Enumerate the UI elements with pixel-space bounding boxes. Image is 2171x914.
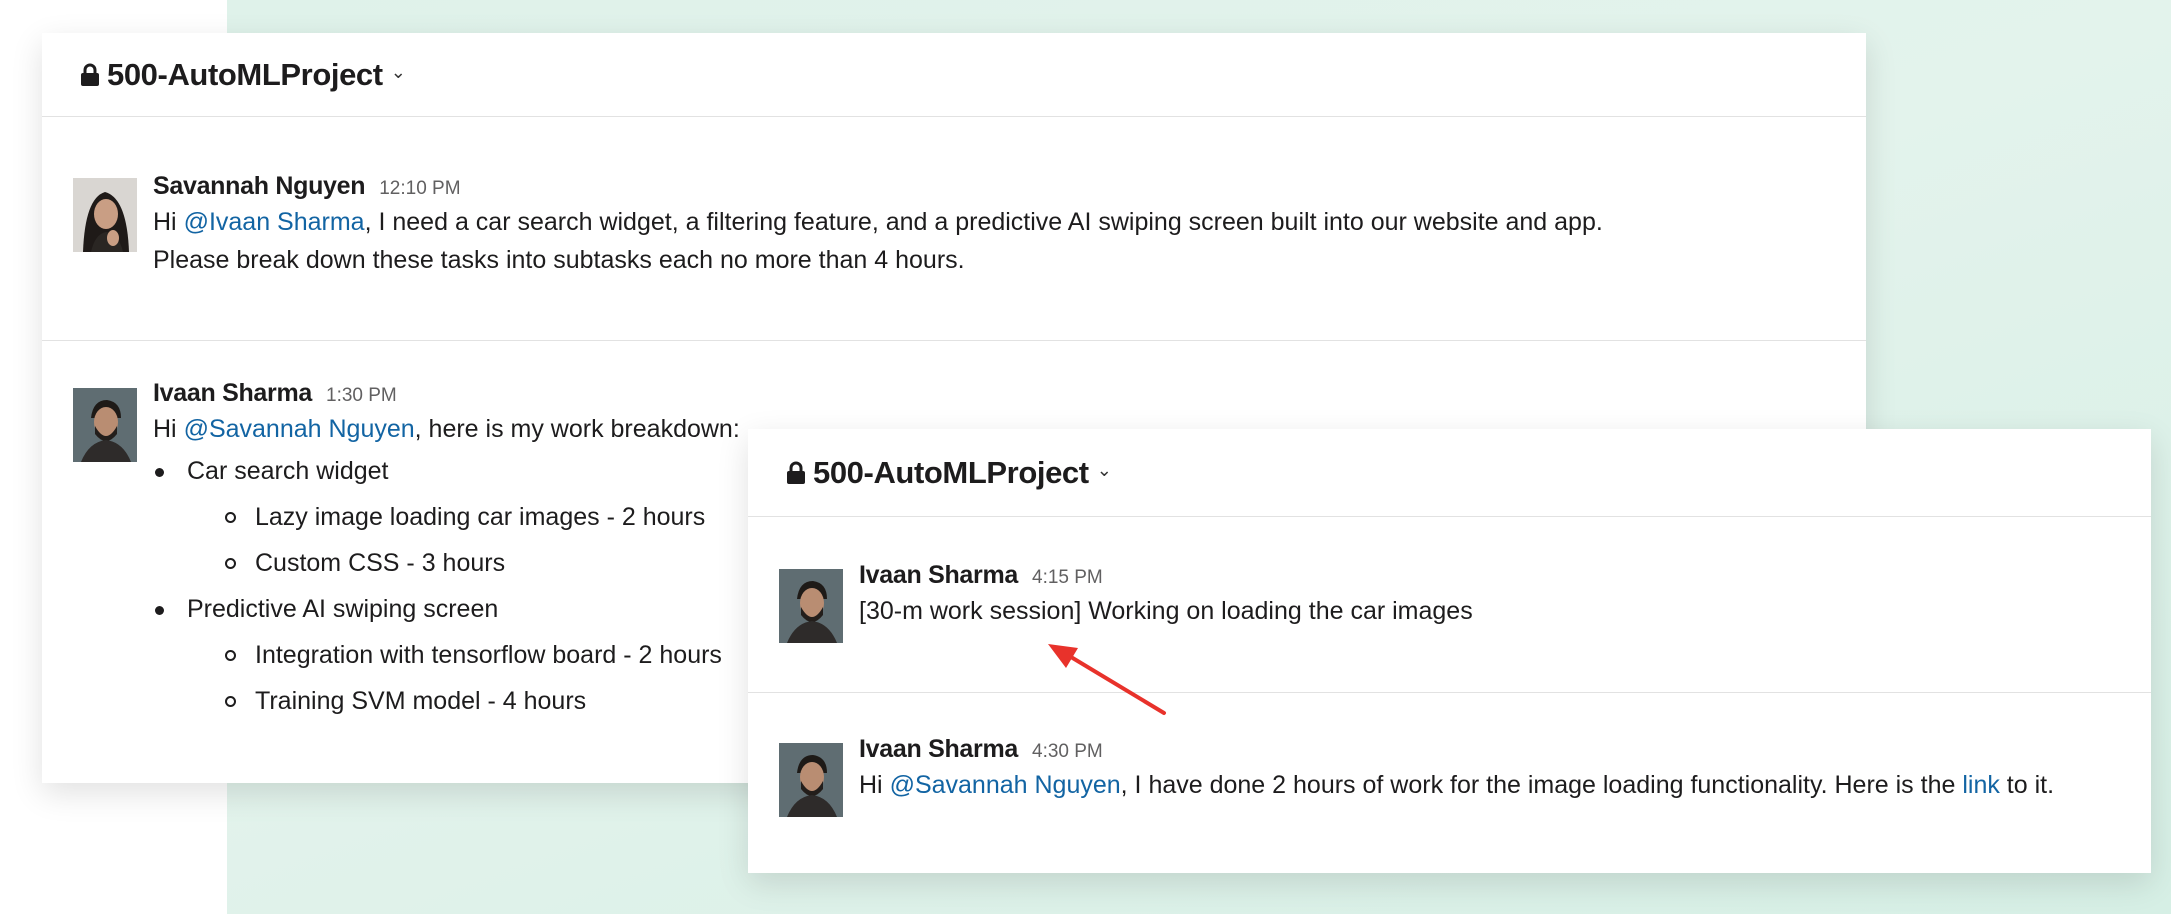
message: Ivaan Sharma 4:30 PM Hi @Savannah Nguyen… — [748, 693, 2151, 873]
message-text: Hi @Savannah Nguyen, I have done 2 hours… — [859, 766, 2054, 804]
message-text-part: , I need a car search widget, a filterin… — [364, 208, 1603, 236]
channel-title: 500-AutoMLProject — [813, 454, 1089, 490]
message-timestamp[interactable]: 12:10 PM — [379, 178, 460, 200]
message-author[interactable]: Ivaan Sharma — [859, 561, 1018, 590]
task-label: Predictive AI swiping screen — [187, 595, 499, 623]
message-text: [30-m work session] Working on loading t… — [859, 597, 1473, 625]
annotation-arrow-icon — [1048, 644, 1166, 715]
message-text: Please break down these tasks into subta… — [153, 246, 965, 274]
channel-header[interactable]: 500-AutoMLProject ⌄ — [748, 429, 2151, 517]
chevron-down-icon[interactable]: ⌄ — [391, 62, 406, 83]
subtask-item: Training SVM model - 4 hours — [221, 678, 740, 724]
breakdown-task: Car search widget Lazy image loading car… — [153, 448, 740, 586]
message-timestamp[interactable]: 1:30 PM — [326, 385, 397, 407]
channel-header[interactable]: 500-AutoMLProject ⌄ — [42, 33, 1866, 117]
message-timestamp[interactable]: 4:15 PM — [1032, 567, 1103, 589]
channel-window-secondary: 500-AutoMLProject ⌄ Ivaan Sharma 4:15 PM… — [748, 429, 2151, 873]
breakdown-task: Predictive AI swiping screen Integration… — [153, 586, 740, 724]
avatar[interactable] — [73, 178, 137, 252]
task-label: Car search widget — [187, 457, 389, 485]
channel-title: 500-AutoMLProject — [107, 56, 383, 92]
subtask-item: Integration with tensorflow board - 2 ho… — [221, 632, 740, 678]
chevron-down-icon[interactable]: ⌄ — [1097, 460, 1112, 481]
message-text-part: to it. — [1999, 771, 2055, 799]
message-text-part: , here is my work breakdown: — [414, 415, 740, 443]
message-text: Hi @Ivaan Sharma, I need a car search wi… — [153, 203, 1603, 241]
message: Savannah Nguyen 12:10 PM Hi @Ivaan Sharm… — [42, 117, 1866, 341]
avatar[interactable] — [73, 388, 137, 462]
user-mention[interactable]: @Ivaan Sharma — [184, 208, 365, 236]
message-author[interactable]: Ivaan Sharma — [859, 735, 1018, 764]
message-timestamp[interactable]: 4:30 PM — [1032, 741, 1103, 763]
lock-icon — [787, 461, 805, 484]
lock-icon — [81, 63, 99, 86]
message: Ivaan Sharma 4:15 PM [30-m work session]… — [748, 517, 2151, 693]
message-text-part: , I have done 2 hours of work for the im… — [1120, 771, 1963, 799]
message-author[interactable]: Savannah Nguyen — [153, 172, 366, 201]
avatar[interactable] — [779, 743, 843, 817]
message-text-part: Hi — [859, 771, 890, 799]
subtask-item: Custom CSS - 3 hours — [221, 540, 740, 586]
subtask-item: Lazy image loading car images - 2 hours — [221, 494, 740, 540]
work-link[interactable]: link — [1962, 771, 2000, 799]
message-text: Hi @Savannah Nguyen, here is my work bre… — [153, 410, 740, 448]
message-text-part: Hi — [153, 208, 184, 236]
subtask-list: Integration with tensorflow board - 2 ho… — [187, 632, 740, 724]
user-mention[interactable]: @Savannah Nguyen — [184, 415, 415, 443]
work-breakdown-list: Car search widget Lazy image loading car… — [153, 448, 740, 724]
message-author[interactable]: Ivaan Sharma — [153, 379, 312, 408]
user-mention[interactable]: @Savannah Nguyen — [890, 771, 1121, 799]
avatar[interactable] — [779, 569, 843, 643]
subtask-list: Lazy image loading car images - 2 hours … — [187, 494, 740, 586]
message-text-part: Hi — [153, 415, 184, 443]
